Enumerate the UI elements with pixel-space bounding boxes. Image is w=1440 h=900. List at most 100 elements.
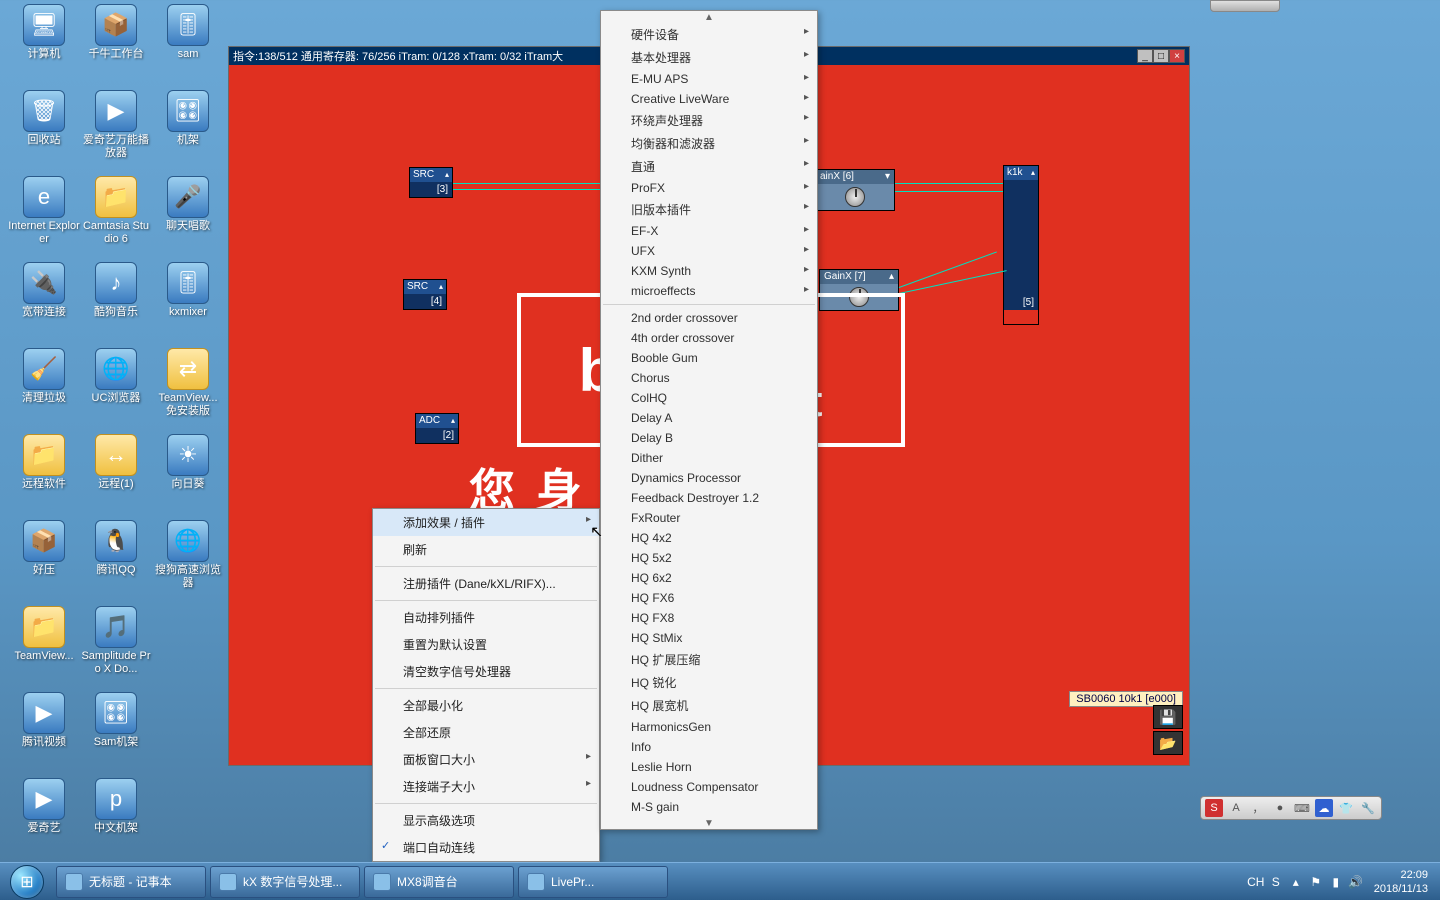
submenu-category[interactable]: 旧版本插件 — [601, 198, 817, 221]
submenu-category[interactable]: microeffects — [601, 281, 817, 301]
taskbar-button[interactable]: 无标题 - 记事本 — [56, 866, 206, 898]
desktop-icon[interactable]: 🗑回收站 — [8, 90, 80, 172]
desktop-icon[interactable]: ☀向日葵 — [152, 434, 224, 516]
node-gainx-6[interactable]: ainX [6]▾ — [815, 169, 895, 211]
submenu-plugin[interactable]: Delay A — [601, 408, 817, 428]
submenu-plugin[interactable]: M-S gain — [601, 797, 817, 817]
desktop-icon[interactable]: 📁Camtasia Studio 6 — [80, 176, 152, 258]
submenu-category[interactable]: 环绕声处理器 — [601, 109, 817, 132]
ime-tool-icon[interactable]: 🔧 — [1359, 799, 1377, 817]
submenu-plugin[interactable]: ColHQ — [601, 388, 817, 408]
desktop-icon[interactable]: 📁远程软件 — [8, 434, 80, 516]
desktop-icon[interactable]: 🔌宽带连接 — [8, 262, 80, 344]
menu-item[interactable]: 注册插件 (Dane/kXL/RIFX)... — [373, 570, 599, 597]
save-icon[interactable]: 💾 — [1153, 705, 1183, 729]
menu-item[interactable]: 端口自动连线✓ — [373, 834, 599, 861]
gain-knob[interactable] — [845, 187, 865, 207]
submenu-plugin[interactable]: Leslie Horn — [601, 757, 817, 777]
submenu-plugin[interactable]: HQ 锐化 — [601, 671, 817, 694]
ime-punct-icon[interactable]: ， — [1249, 799, 1267, 817]
submenu-category[interactable]: KXM Synth — [601, 261, 817, 281]
menu-item[interactable]: 全部还原 — [373, 719, 599, 746]
submenu-plugin[interactable]: Dither — [601, 448, 817, 468]
menu-item[interactable]: 全部最小化 — [373, 692, 599, 719]
taskbar-button[interactable]: LivePr... — [518, 866, 668, 898]
menu-item[interactable]: 面板窗口大小 — [373, 746, 599, 773]
submenu-category[interactable]: Creative LiveWare — [601, 89, 817, 109]
submenu-plugin[interactable]: HQ FX8 — [601, 608, 817, 628]
start-button[interactable]: ⊞ — [0, 863, 54, 900]
submenu-plugin[interactable]: HQ 6x2 — [601, 568, 817, 588]
desktop-icon[interactable]: 🎵Samplitude Pro X Do... — [80, 606, 152, 688]
node-k1k[interactable]: k1k▴ [5] — [1003, 165, 1039, 325]
submenu-plugin[interactable]: Loudness Compensator — [601, 777, 817, 797]
submenu-plugin[interactable]: FxRouter — [601, 508, 817, 528]
node-adc-2[interactable]: ADC▴ [2] — [415, 413, 459, 444]
submenu-plugin[interactable]: HQ 扩展压缩 — [601, 648, 817, 671]
desktop-icon[interactable]: 📁TeamView... — [8, 606, 80, 688]
tray-net-icon[interactable]: ▮ — [1328, 874, 1344, 890]
close-button[interactable]: × — [1169, 49, 1185, 63]
desktop-icon[interactable]: eInternet Explorer — [8, 176, 80, 258]
tray-shield-icon[interactable]: ⚑ — [1308, 874, 1324, 890]
menu-item[interactable]: 刷新 — [373, 536, 599, 563]
desktop-icon[interactable]: 🎚sam — [152, 4, 224, 86]
top-float-bar[interactable] — [1210, 0, 1280, 12]
desktop-icon[interactable]: 🐧腾讯QQ — [80, 520, 152, 602]
ime-softkb-icon[interactable]: ⌨ — [1293, 799, 1311, 817]
ime-icon[interactable]: S — [1205, 799, 1223, 817]
submenu-plugin[interactable]: HarmonicsGen — [601, 717, 817, 737]
submenu-plugin[interactable]: HQ 5x2 — [601, 548, 817, 568]
tray-ime-icon[interactable]: S — [1268, 874, 1284, 890]
desktop-icon[interactable]: 🎤聊天唱歌 — [152, 176, 224, 258]
scroll-down-icon[interactable]: ▼ — [601, 817, 817, 829]
submenu-category[interactable]: UFX — [601, 241, 817, 261]
tray-clock[interactable]: 22:09 2018/11/13 — [1368, 868, 1434, 896]
submenu-category[interactable]: E-MU APS — [601, 69, 817, 89]
desktop-icon[interactable]: 📦千牛工作台 — [80, 4, 152, 86]
menu-item[interactable]: 自动排列插件 — [373, 604, 599, 631]
submenu-category[interactable]: 直通 — [601, 155, 817, 178]
submenu-plugin[interactable]: HQ StMix — [601, 628, 817, 648]
desktop-icon[interactable]: ▶爱奇艺 — [8, 778, 80, 860]
desktop-icon[interactable]: 📦好压 — [8, 520, 80, 602]
folder-open-icon[interactable]: 📂 — [1153, 731, 1183, 755]
maximize-button[interactable]: □ — [1153, 49, 1169, 63]
desktop-icon[interactable]: 🧹清理垃圾 — [8, 348, 80, 430]
submenu-category[interactable]: EF-X — [601, 221, 817, 241]
submenu-plugin[interactable]: HQ 4x2 — [601, 528, 817, 548]
minimize-button[interactable]: _ — [1137, 49, 1153, 63]
submenu-plugin[interactable]: Booble Gum — [601, 348, 817, 368]
submenu-plugin[interactable]: 4th order crossover — [601, 328, 817, 348]
node-src-3[interactable]: SRC▴ [3] — [409, 167, 453, 198]
submenu-category[interactable]: 均衡器和滤波器 — [601, 132, 817, 155]
submenu-plugin[interactable]: Feedback Destroyer 1.2 — [601, 488, 817, 508]
desktop-icon[interactable]: ⇄TeamView... 免安装版 — [152, 348, 224, 430]
language-bar[interactable]: S A ， ● ⌨ ☁ 👕 🔧 — [1200, 796, 1382, 820]
submenu-plugin[interactable]: Delay B — [601, 428, 817, 448]
desktop-icon[interactable]: 🖥计算机 — [8, 4, 80, 86]
menu-item[interactable]: 清空数字信号处理器 — [373, 658, 599, 685]
submenu-category[interactable]: ProFX — [601, 178, 817, 198]
ime-status-icon[interactable]: ● — [1271, 799, 1289, 817]
desktop-icon[interactable]: 🎛机架 — [152, 90, 224, 172]
menu-item[interactable]: 添加效果 / 插件 — [373, 509, 599, 536]
tray-up-icon[interactable]: ▴ — [1288, 874, 1304, 890]
desktop-icon[interactable]: 🎛Sam机架 — [80, 692, 152, 774]
taskbar-button[interactable]: MX8调音台 — [364, 866, 514, 898]
ime-cloud-icon[interactable]: ☁ — [1315, 799, 1333, 817]
submenu-plugin[interactable]: Info — [601, 737, 817, 757]
ime-skin-icon[interactable]: 👕 — [1337, 799, 1355, 817]
desktop-icon[interactable]: ↔远程(1) — [80, 434, 152, 516]
menu-item[interactable]: 连接端子大小 — [373, 773, 599, 800]
scroll-up-icon[interactable]: ▲ — [601, 11, 817, 23]
submenu-plugin[interactable]: Dynamics Processor — [601, 468, 817, 488]
submenu-category[interactable]: 基本处理器 — [601, 46, 817, 69]
submenu-plugin[interactable]: HQ FX6 — [601, 588, 817, 608]
menu-item[interactable]: 显示高级选项 — [373, 807, 599, 834]
plugin-submenu[interactable]: ▲ 硬件设备基本处理器E-MU APSCreative LiveWare环绕声处… — [600, 10, 818, 830]
submenu-category[interactable]: 硬件设备 — [601, 23, 817, 46]
submenu-plugin[interactable]: 2nd order crossover — [601, 308, 817, 328]
desktop-icon[interactable]: 🌐UC浏览器 — [80, 348, 152, 430]
menu-item[interactable]: 重置为默认设置 — [373, 631, 599, 658]
